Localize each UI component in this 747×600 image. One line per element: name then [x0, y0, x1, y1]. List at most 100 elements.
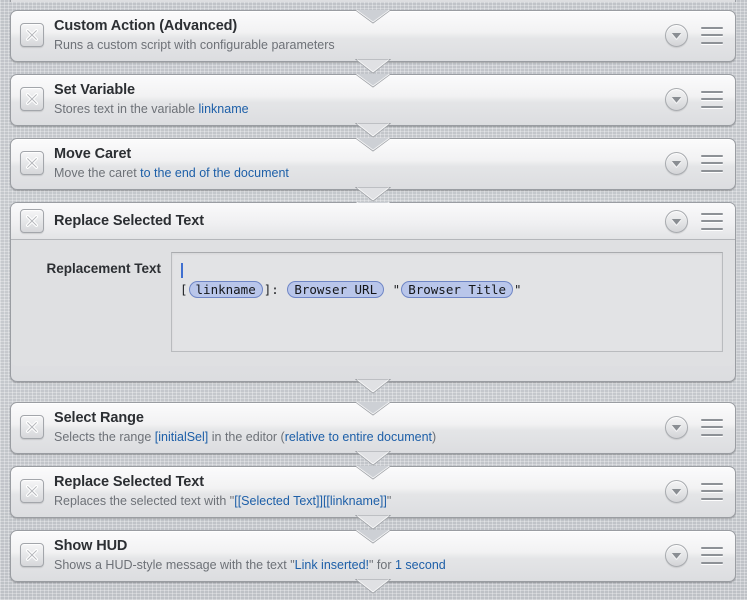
chevron-down-icon[interactable]	[665, 415, 688, 439]
action-card[interactable]: Replace Selected Text Replaces the select…	[10, 466, 736, 530]
plain-text: "	[514, 282, 522, 297]
connector-tab-bottom	[355, 123, 391, 138]
action-controls	[665, 415, 727, 439]
action-description: Move the caret to the end of the documen…	[54, 165, 665, 181]
action-header[interactable]: Set Variable Stores text in the variable …	[11, 75, 735, 123]
action-description: Shows a HUD-style message with the text …	[54, 557, 665, 573]
chevron-down-icon[interactable]	[665, 151, 688, 175]
plain-text: [	[180, 282, 188, 297]
action-card[interactable]: Custom Action (Advanced) Runs a custom sc…	[10, 10, 736, 74]
action-description: Replaces the selected text with "[[Selec…	[54, 493, 665, 509]
action-titles: Select Range Selects the range [initialSe…	[54, 410, 665, 445]
action-controls	[665, 209, 727, 233]
plain-text: "	[385, 282, 401, 297]
connector-tab-bottom	[355, 379, 391, 394]
hamburger-menu-icon[interactable]	[701, 26, 723, 44]
desc-text: "	[386, 493, 392, 508]
action-title: Select Range	[54, 409, 144, 426]
action-body: Replacement Text [linkname]: Browser URL …	[11, 240, 735, 366]
action-title: Replace Selected Text	[54, 473, 204, 490]
desc-text: Runs a custom script with configurable p…	[54, 37, 335, 52]
replacement-text-input[interactable]: [linkname]: Browser URL " Browser Title "	[171, 252, 723, 352]
text-caret	[180, 261, 714, 280]
action-header[interactable]: Replace Selected Text	[11, 203, 735, 240]
action-list: Custom Action (Advanced) Runs a custom sc…	[0, 0, 747, 600]
plain-text: ]:	[263, 282, 287, 297]
desc-text: Shows a HUD-style message with the text …	[54, 557, 295, 572]
hamburger-menu-icon[interactable]	[701, 212, 723, 230]
action-description: Selects the range [initialSel] in the ed…	[54, 429, 665, 445]
action-titles: Replace Selected Text	[54, 213, 665, 230]
action-title: Show HUD	[54, 537, 128, 554]
action-titles: Replace Selected Text Replaces the select…	[54, 474, 665, 509]
action-controls	[665, 23, 727, 47]
action-card[interactable]: Replace Selected Text Replacement Text [li…	[10, 202, 736, 394]
action-controls	[665, 543, 727, 567]
chevron-down-icon[interactable]	[665, 543, 688, 567]
action-description: Runs a custom script with configurable p…	[54, 37, 665, 53]
action-header[interactable]: Custom Action (Advanced) Runs a custom sc…	[11, 11, 735, 59]
chevron-down-icon[interactable]	[665, 87, 688, 111]
x-icon[interactable]	[20, 415, 44, 439]
token-pill[interactable]: linkname	[188, 281, 263, 298]
desc-highlight[interactable]: linkname	[199, 102, 249, 116]
action-title: Custom Action (Advanced)	[54, 17, 238, 34]
action-card[interactable]: Set Variable Stores text in the variable …	[10, 74, 736, 138]
action-controls	[665, 151, 727, 175]
x-icon[interactable]	[20, 479, 44, 503]
hamburger-menu-icon[interactable]	[701, 90, 723, 108]
action-titles: Move Caret Move the caret to the end of t…	[54, 146, 665, 181]
x-icon[interactable]	[20, 23, 44, 47]
desc-text: " for	[369, 557, 395, 572]
desc-highlight[interactable]: to the end of the document	[140, 166, 289, 180]
action-card[interactable]: Show HUD Shows a HUD-style message with t…	[10, 530, 736, 594]
action-header[interactable]: Replace Selected Text Replaces the select…	[11, 467, 735, 515]
hamburger-menu-icon[interactable]	[701, 482, 723, 500]
connector-tab-bottom	[355, 579, 391, 594]
hamburger-menu-icon[interactable]	[701, 418, 723, 436]
action-controls	[665, 87, 727, 111]
action-titles: Custom Action (Advanced) Runs a custom sc…	[54, 18, 665, 53]
action-controls	[665, 479, 727, 503]
replacement-text-label: Replacement Text	[46, 261, 161, 276]
x-icon[interactable]	[20, 151, 44, 175]
action-title: Replace Selected Text	[54, 212, 204, 229]
action-description: Stores text in the variable linkname	[54, 101, 665, 117]
token-pill[interactable]: Browser URL	[287, 281, 385, 298]
desc-text: Replaces the selected text with "	[54, 493, 235, 508]
desc-highlight[interactable]: Link inserted!	[295, 558, 369, 572]
previous-action-edge	[10, 0, 736, 2]
text-line: [linkname]: Browser URL " Browser Title "	[180, 280, 714, 299]
hamburger-menu-icon[interactable]	[701, 154, 723, 172]
chevron-down-icon[interactable]	[665, 479, 688, 503]
desc-highlight[interactable]: [initialSel]	[155, 430, 209, 444]
x-icon[interactable]	[20, 209, 44, 233]
hamburger-menu-icon[interactable]	[701, 546, 723, 564]
x-icon[interactable]	[20, 543, 44, 567]
chevron-down-icon[interactable]	[665, 209, 688, 233]
connector-tab-bottom	[355, 515, 391, 530]
action-title: Move Caret	[54, 145, 132, 162]
connector-tab-bottom	[355, 451, 391, 466]
action-header[interactable]: Select Range Selects the range [initialSe…	[11, 403, 735, 451]
chevron-down-icon[interactable]	[665, 23, 688, 47]
action-header[interactable]: Show HUD Shows a HUD-style message with t…	[11, 531, 735, 579]
desc-highlight[interactable]: 1 second	[395, 558, 446, 572]
connector-tab-bottom	[355, 187, 391, 202]
action-titles: Set Variable Stores text in the variable …	[54, 82, 665, 117]
action-header[interactable]: Move Caret Move the caret to the end of t…	[11, 139, 735, 187]
desc-text: )	[432, 429, 437, 444]
action-card[interactable]: Move Caret Move the caret to the end of t…	[10, 138, 736, 202]
desc-text: in the editor (	[208, 429, 285, 444]
desc-highlight[interactable]: relative to entire document	[285, 430, 432, 444]
x-icon[interactable]	[20, 87, 44, 111]
action-card[interactable]: Select Range Selects the range [initialSe…	[10, 402, 736, 466]
desc-text: Selects the range	[54, 429, 155, 444]
token-pill[interactable]: Browser Title	[401, 281, 514, 298]
connector-tab-bottom	[355, 59, 391, 74]
desc-highlight[interactable]: [[Selected Text]][[linkname]]	[234, 494, 387, 508]
desc-text: Stores text in the variable	[54, 101, 199, 116]
action-title: Set Variable	[54, 81, 136, 98]
action-titles: Show HUD Shows a HUD-style message with t…	[54, 538, 665, 573]
desc-text: Move the caret	[54, 165, 141, 180]
